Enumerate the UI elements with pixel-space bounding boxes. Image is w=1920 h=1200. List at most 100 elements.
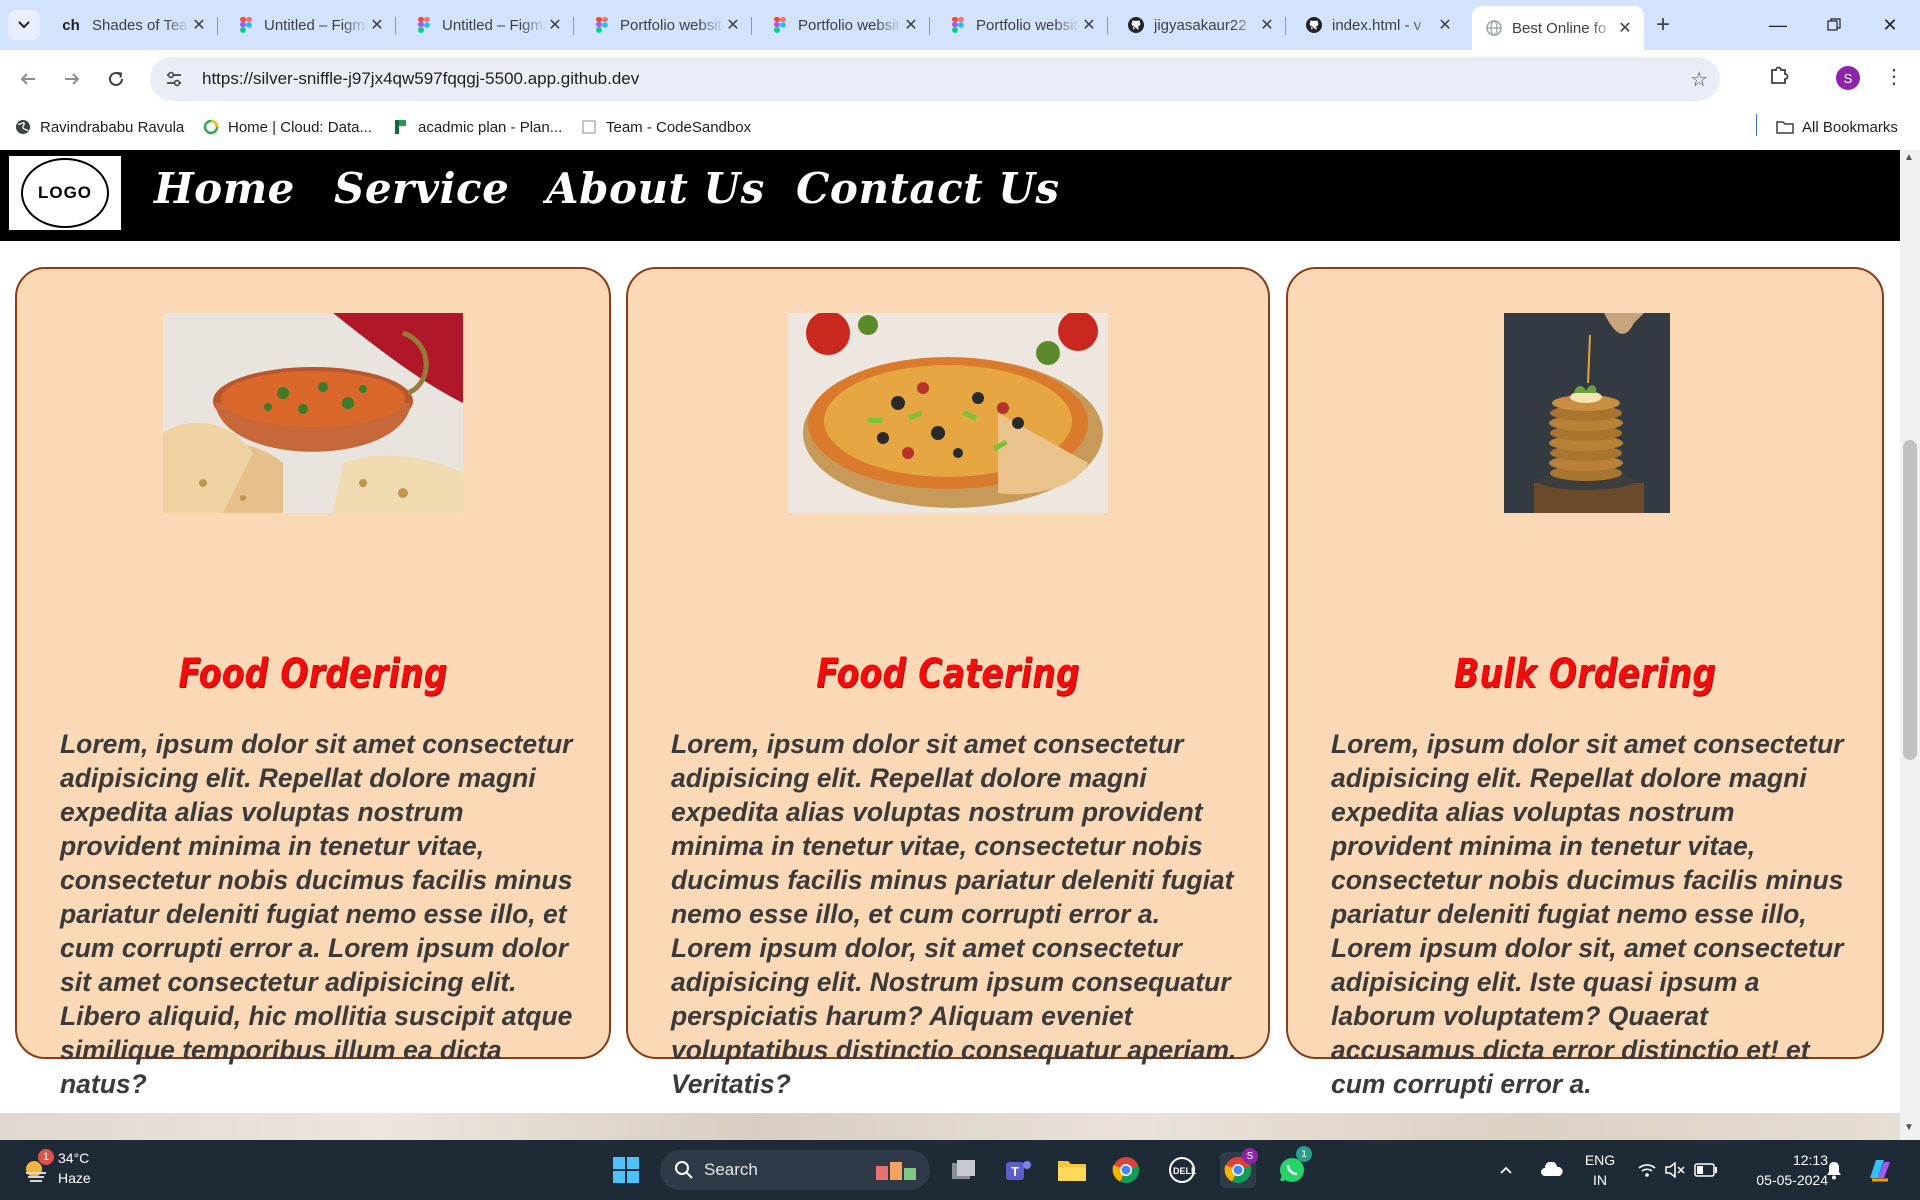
site-info-icon[interactable] [160,65,188,93]
ch-favicon-icon: ch [62,16,80,34]
url-text[interactable]: https://silver-sniffle-j97jx4qw597fqqgj-… [202,69,639,89]
chrome-profile-icon[interactable]: S [1220,1148,1258,1188]
minimize-button[interactable]: — [1750,0,1806,50]
tab-title: Portfolio website [620,16,724,34]
close-window-button[interactable]: ✕ [1862,0,1918,50]
arrow-left-icon [20,73,35,85]
tab-separator [929,17,930,35]
wifi-icon[interactable] [1632,1152,1662,1188]
tab-index-html[interactable]: index.html - v ✕ [1292,8,1464,42]
flag-icon [392,118,410,136]
card-title: Food Catering [816,651,1080,697]
tab-title: Best Online fo [1512,19,1607,37]
puzzle-piece-icon [1771,66,1789,84]
close-icon[interactable]: ✕ [1616,18,1634,38]
scrollbar-thumb[interactable] [1903,440,1917,760]
extensions-button[interactable] [1768,64,1790,91]
forward-button[interactable] [56,63,88,95]
dell-icon[interactable]: DELL [1164,1152,1200,1188]
weather-widget[interactable]: 1 34°C Haze [20,1148,91,1188]
figma-icon [416,17,432,33]
tab-title: Shades of Tea [92,16,188,34]
service-card-bulk-ordering: Bulk Ordering Lorem, ipsum dolor sit ame… [1286,267,1884,1099]
weather-desc: Haze [58,1170,91,1186]
reload-button[interactable] [100,63,132,95]
figma-icon [772,17,788,33]
battery-icon[interactable] [1690,1152,1722,1188]
volume-muted-icon[interactable] [1660,1152,1690,1188]
bookmark-label: acadmic plan - Plan... [418,118,563,136]
tab-portfolio-2[interactable]: Portfolio website ✕ [758,8,930,42]
close-icon[interactable]: ✕ [1080,15,1098,35]
address-bar[interactable]: https://silver-sniffle-j97jx4qw597fqqgj-… [150,57,1720,101]
teams-icon[interactable]: T [1000,1152,1036,1188]
tab-title: Portfolio website [976,16,1080,34]
bookmark-label: Home | Cloud: Data... [228,118,372,136]
close-icon[interactable]: ✕ [546,15,564,35]
back-button[interactable] [12,63,44,95]
nav-service[interactable]: Service [334,164,509,213]
tab-search-button[interactable] [8,10,40,40]
close-icon[interactable]: ✕ [1258,15,1276,35]
whatsapp-icon[interactable]: 1 [1274,1146,1312,1188]
close-icon[interactable]: ✕ [1436,15,1454,35]
nav-home[interactable]: Home [154,164,295,213]
bookmark-item[interactable]: Home | Cloud: Data... [202,118,372,136]
new-tab-button[interactable]: + [1648,10,1678,40]
close-icon[interactable]: ✕ [724,15,742,35]
card-title: Bulk Ordering [1453,651,1717,697]
task-view-icon[interactable] [946,1152,982,1188]
square-icon [580,118,598,136]
scroll-up-icon[interactable]: ▲ [1904,152,1914,163]
logo-text: LOGO [21,158,109,228]
nav-contact-us[interactable]: Contact Us [796,164,1059,213]
site-logo[interactable]: LOGO [9,156,121,230]
close-icon[interactable]: ✕ [902,15,920,35]
language-indicator[interactable]: ENG IN [1580,1150,1620,1190]
tab-figma-2[interactable]: Untitled – Figma ✕ [402,8,574,42]
taskbar-search[interactable]: Search [660,1150,930,1190]
chrome-icon[interactable] [1108,1152,1144,1188]
tab-github-repo[interactable]: jigyasakaur22 ✕ [1114,8,1286,42]
tab-portfolio-1[interactable]: Portfolio website ✕ [580,8,752,42]
tab-title: Untitled – Figma [442,16,546,34]
tab-figma-1[interactable]: Untitled – Figma ✕ [224,8,396,42]
notifications-bell-icon[interactable] [1818,1152,1850,1188]
copilot-icon[interactable] [1862,1152,1898,1188]
close-icon[interactable]: ✕ [190,15,208,35]
bookmark-item[interactable]: acadmic plan - Plan... [392,118,562,136]
tab-separator [573,17,574,35]
all-bookmarks-button[interactable]: All Bookmarks [1776,118,1898,136]
card-description: Lorem, ipsum dolor sit amet consectetur … [1331,729,1844,1099]
bookmark-star-icon[interactable]: ☆ [1690,67,1708,92]
restore-button[interactable] [1806,0,1862,50]
profile-avatar[interactable]: S [1836,66,1860,90]
bookmark-item[interactable]: Team - CodeSandbox [580,118,751,136]
tab-portfolio-3[interactable]: Portfolio website ✕ [936,8,1108,42]
browser-tab-strip: ch Shades of Tea ✕ Untitled – Figma ✕ Un… [0,0,1920,50]
file-explorer-icon[interactable] [1054,1152,1090,1188]
onedrive-cloud-icon[interactable] [1534,1152,1570,1188]
folder-icon [1776,118,1794,136]
svg-text:T: T [1011,1164,1019,1179]
bookmark-item[interactable]: Ravindrababu Ravula [14,118,184,136]
github-icon [1306,17,1322,33]
restore-icon [1827,18,1841,31]
windows-start-button[interactable] [608,1152,644,1188]
clock-date: 05-05-2024 [1756,1172,1828,1188]
card-description: Lorem, ipsum dolor sit amet consectetur … [671,729,1237,1099]
tab-shades-of-tea[interactable]: ch Shades of Tea ✕ [46,8,218,42]
close-icon[interactable]: ✕ [368,15,386,35]
clock[interactable]: 12:13 05-05-2024 [1732,1150,1828,1190]
chevron-up-icon[interactable] [1494,1152,1518,1188]
tab-best-online-food-active[interactable]: Best Online fo ✕ [1472,6,1644,50]
tab-separator [395,17,396,35]
tab-separator [217,17,218,35]
scroll-down-icon[interactable]: ▼ [1904,1122,1914,1133]
nav-about-us[interactable]: About Us [546,164,765,213]
site-navbar: LOGO Home Service About Us Contact Us [0,150,1900,241]
globe-icon [1486,20,1502,36]
kebab-menu-icon[interactable]: ⋮ [1884,64,1904,89]
weather-badge: 1 [38,1149,54,1165]
search-label: Search [704,1160,758,1179]
